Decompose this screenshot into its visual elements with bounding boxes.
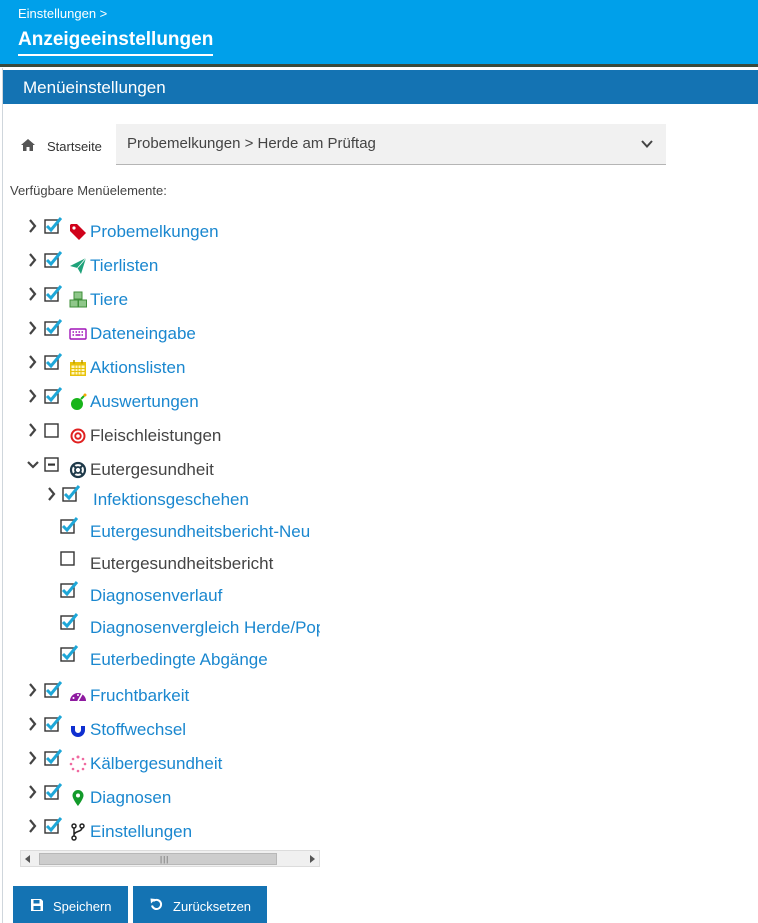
tree-item[interactable]: Probemelkungen [0,216,320,242]
tree-item-label[interactable]: Diagnosenvergleich Herde/Popul [90,618,320,638]
checkbox-checked-icon[interactable] [44,284,62,302]
cubes-icon [69,291,87,308]
checkbox-checked-icon[interactable] [44,352,62,370]
tree-item-label[interactable]: Eutergesundheitsbericht [90,554,273,574]
keyboard-icon [69,328,87,340]
chevron-right-icon[interactable] [27,355,39,369]
calendar-icon [70,360,86,376]
checkbox-checked-icon[interactable] [60,580,78,598]
map-marker-icon [72,790,84,806]
tree-item[interactable]: Fruchtbarkeit [0,680,320,706]
checkbox-checked-icon[interactable] [44,250,62,268]
tree-item-label[interactable]: Eutergesundheitsbericht-Neu [90,522,310,542]
tree-item-label[interactable]: Aktionslisten [90,358,185,378]
tree-item-label[interactable]: Stoffwechsel [90,720,186,740]
chevron-right-icon[interactable] [27,321,39,335]
save-button[interactable]: Speichern [13,886,128,923]
chevron-right-icon[interactable] [27,219,39,233]
horizontal-scrollbar[interactable]: ||| [20,850,320,867]
tree-item-label[interactable]: Tiere [90,290,128,310]
target-icon [70,428,86,444]
save-button-label: Speichern [53,899,112,914]
lifebuoy-icon [69,461,87,479]
tree-item[interactable]: Stoffwechsel [0,714,320,740]
tree-item-label[interactable]: Euterbedingte Abgänge [90,650,268,670]
tree-child-item[interactable]: Eutergesundheitsbericht [0,548,320,574]
tree-item-label[interactable]: Kälbergesundheit [90,754,222,774]
magnet-icon [71,723,85,737]
checkbox-checked-icon[interactable] [44,782,62,800]
checkbox-checked-icon[interactable] [44,386,62,404]
spinner-icon [69,755,87,773]
chevron-right-icon[interactable] [27,389,39,403]
tree-item-label[interactable]: Dateneingabe [90,324,196,344]
tree-item-label[interactable]: Diagnosenverlauf [90,586,222,606]
checkbox-unchecked-icon[interactable] [60,548,78,566]
code-fork-icon [71,823,85,841]
tree-child-item[interactable]: Eutergesundheitsbericht-Neu [0,516,320,542]
undo-icon [150,898,163,910]
tree-item-label[interactable]: Fruchtbarkeit [90,686,189,706]
checkbox-checked-icon[interactable] [44,318,62,336]
chevron-right-icon[interactable] [27,751,39,765]
tree-item[interactable]: Fleischleistungen [0,420,320,446]
checkbox-checked-icon[interactable] [60,612,78,630]
chevron-right-icon[interactable] [46,487,58,501]
tree-item[interactable]: Kälbergesundheit [0,748,320,774]
tree-item[interactable]: Tiere [0,284,320,310]
tree-child-item[interactable]: Euterbedingte Abgänge [0,644,320,670]
chevron-right-icon[interactable] [27,717,39,731]
tree-child-item[interactable]: Diagnosenvergleich Herde/Popul [0,612,320,638]
tree-item-label[interactable]: Diagnosen [90,788,171,808]
checkbox-unchecked-icon[interactable] [44,420,62,438]
paper-plane-icon [70,257,87,274]
checkbox-partial-icon[interactable] [44,454,62,472]
checkbox-checked-icon[interactable] [44,748,62,766]
tree-item-label[interactable]: Tierlisten [90,256,158,276]
chevron-right-icon[interactable] [27,819,39,833]
chevron-down-icon [641,140,653,148]
floppy-disk-icon [31,899,43,911]
tree-item-label[interactable]: Infektionsgeschehen [93,490,249,510]
tree-item-label[interactable]: Eutergesundheit [90,460,214,480]
scroll-left-arrow-icon[interactable] [25,855,31,863]
chevron-right-icon[interactable] [27,423,39,437]
tree-item[interactable]: Aktionslisten [0,352,320,378]
tree-item[interactable]: Tierlisten [0,250,320,276]
chevron-right-icon[interactable] [27,287,39,301]
chevron-right-icon[interactable] [27,785,39,799]
tree-item-label[interactable]: Auswertungen [90,392,199,412]
tree-item-label[interactable]: Probemelkungen [90,222,219,242]
scrollbar-thumb[interactable]: ||| [39,853,277,865]
chevron-right-icon[interactable] [27,683,39,697]
tag-icon [70,224,86,240]
checkbox-checked-icon[interactable] [44,680,62,698]
checkbox-checked-icon[interactable] [60,644,78,662]
chevron-down-icon[interactable] [27,459,39,473]
chevron-right-icon[interactable] [27,253,39,267]
checkbox-checked-icon[interactable] [62,484,80,502]
tree-item[interactable]: Eutergesundheit [0,454,320,480]
scroll-right-arrow-icon[interactable] [309,855,315,863]
menu-tree: Probemelkungen Tierlisten Tiere Dateneingab… [0,0,320,923]
reset-button[interactable]: Zurücksetzen [133,886,267,923]
tree-child-item[interactable]: Infektionsgeschehen [0,484,320,510]
dashboard-icon [70,693,86,702]
tree-child-item[interactable]: Diagnosenverlauf [0,580,320,606]
checkbox-checked-icon[interactable] [44,216,62,234]
reset-button-label: Zurücksetzen [173,899,252,914]
tree-item[interactable]: Auswertungen [0,386,320,412]
tree-item-label[interactable]: Fleischleistungen [90,426,221,446]
tree-item[interactable]: Diagnosen [0,782,320,808]
checkbox-checked-icon[interactable] [60,516,78,534]
tree-item-label[interactable]: Einstellungen [90,822,192,842]
checkbox-checked-icon[interactable] [44,816,62,834]
checkbox-checked-icon[interactable] [44,714,62,732]
tree-item[interactable]: Einstellungen [0,816,320,842]
bomb-icon [71,393,87,410]
tree-item[interactable]: Dateneingabe [0,318,320,344]
